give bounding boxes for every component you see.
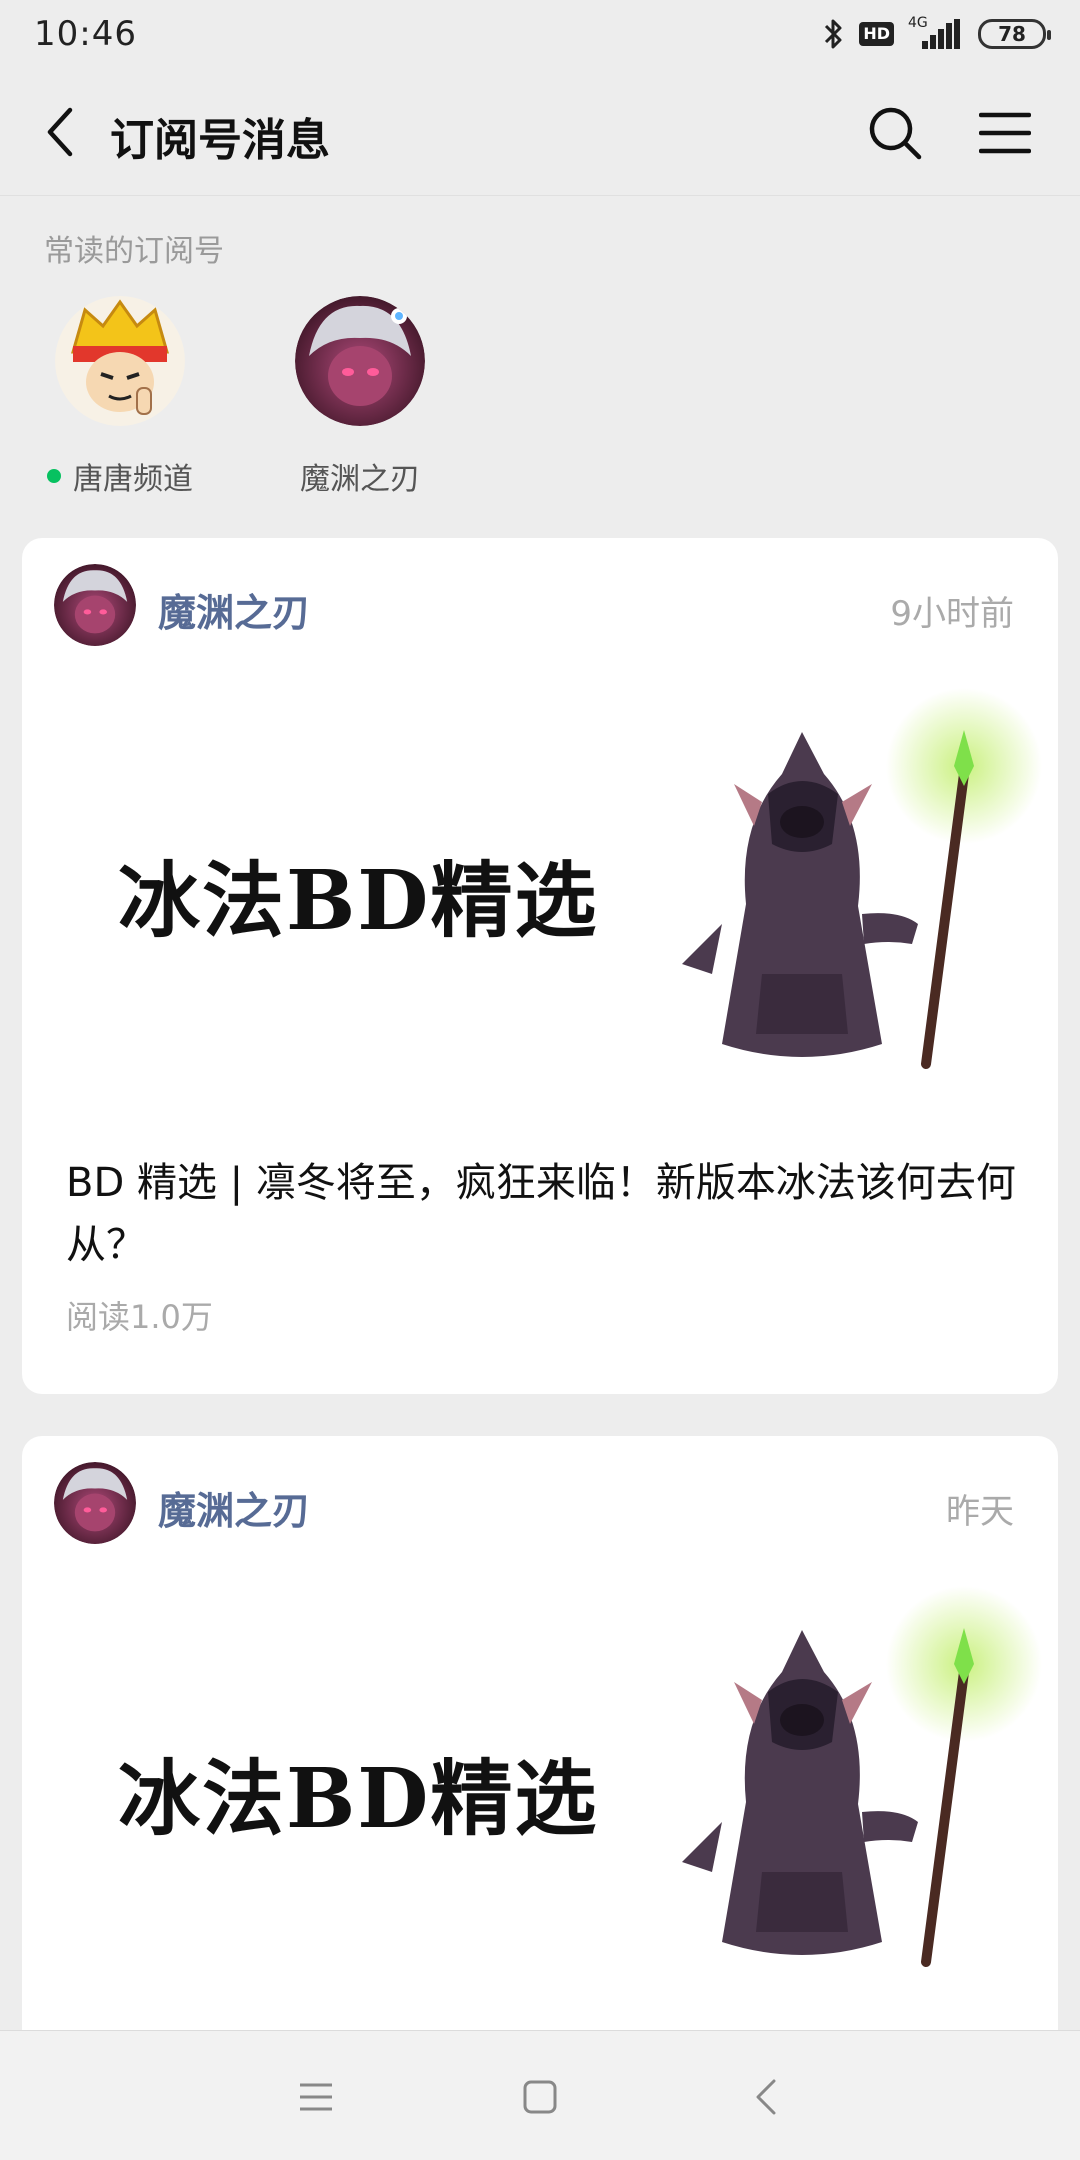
frequent-item-name: 唐唐频道	[20, 454, 220, 498]
card-header: 魔渊之刃 9小时前	[22, 538, 1058, 674]
system-nav-bar	[0, 2030, 1080, 2160]
signal-icon: 4G	[908, 15, 964, 51]
hd-icon: HD	[859, 22, 894, 46]
home-icon	[523, 2080, 557, 2114]
status-icons: HD 4G 78	[823, 14, 1051, 54]
post-time: 9小时前	[890, 594, 1014, 634]
article-card[interactable]: 魔渊之刃 昨天 冰法BD精选	[22, 1436, 1058, 2076]
back-nav-button[interactable]	[734, 2065, 798, 2129]
recent-apps-button[interactable]	[284, 2065, 348, 2129]
app-header: 订阅号消息	[0, 70, 1080, 196]
screen: 10:46 HD 4G 78 订阅号消息 常读的订阅号 唐唐频道 魔渊之刃 魔渊…	[0, 0, 1080, 2160]
recent-apps-icon	[300, 2083, 332, 2111]
bluetooth-icon	[825, 19, 842, 49]
cover-text: 冰法BD精选	[118, 853, 599, 949]
wizard-illustration	[682, 1586, 1042, 1967]
status-time: 10:46	[34, 14, 137, 54]
article-cover[interactable]: 冰法BD精选	[22, 674, 1058, 1074]
author-name[interactable]: 魔渊之刃	[158, 582, 310, 637]
moyuan-avatar	[295, 296, 425, 426]
menu-button[interactable]	[972, 100, 1038, 166]
battery-indicator: 78	[978, 19, 1051, 49]
frequent-item-moyuan[interactable]: 魔渊之刃	[260, 296, 460, 498]
card-header: 魔渊之刃 昨天	[22, 1436, 1058, 1572]
cover-text: 冰法BD精选	[118, 1751, 599, 1847]
author-avatar[interactable]	[54, 564, 136, 646]
search-icon	[869, 107, 922, 160]
frequent-item-name: 魔渊之刃	[300, 462, 420, 497]
back-button[interactable]	[30, 102, 90, 162]
article-cover[interactable]: 冰法BD精选	[22, 1572, 1058, 1972]
search-button[interactable]	[862, 100, 928, 166]
author-avatar[interactable]	[54, 1462, 136, 1544]
wizard-illustration	[682, 688, 1042, 1069]
chevron-left-icon	[47, 107, 73, 157]
frequent-section-label: 常读的订阅号	[44, 234, 224, 269]
article-title[interactable]: BD 精选 | 凛冬将至，疯狂来临！新版本冰法该何去何从？	[66, 1152, 1026, 1276]
frequent-item-tangtang[interactable]: 唐唐频道	[20, 296, 220, 498]
tangtang-avatar	[55, 296, 185, 426]
online-dot	[47, 469, 61, 483]
author-name[interactable]: 魔渊之刃	[158, 1480, 310, 1535]
read-count: 阅读1.0万	[66, 1298, 213, 1336]
home-button[interactable]	[508, 2065, 572, 2129]
post-time: 昨天	[946, 1492, 1014, 1532]
article-card[interactable]: 魔渊之刃 9小时前 冰法BD精选 BD 精选 | 凛冬将至，疯狂来临！新版本冰法…	[22, 538, 1058, 1394]
status-bar: 10:46 HD 4G 78	[0, 0, 1080, 70]
menu-icon	[979, 112, 1031, 154]
battery-level: 78	[998, 22, 1026, 46]
page-title: 订阅号消息	[110, 115, 330, 166]
back-icon	[756, 2079, 776, 2115]
